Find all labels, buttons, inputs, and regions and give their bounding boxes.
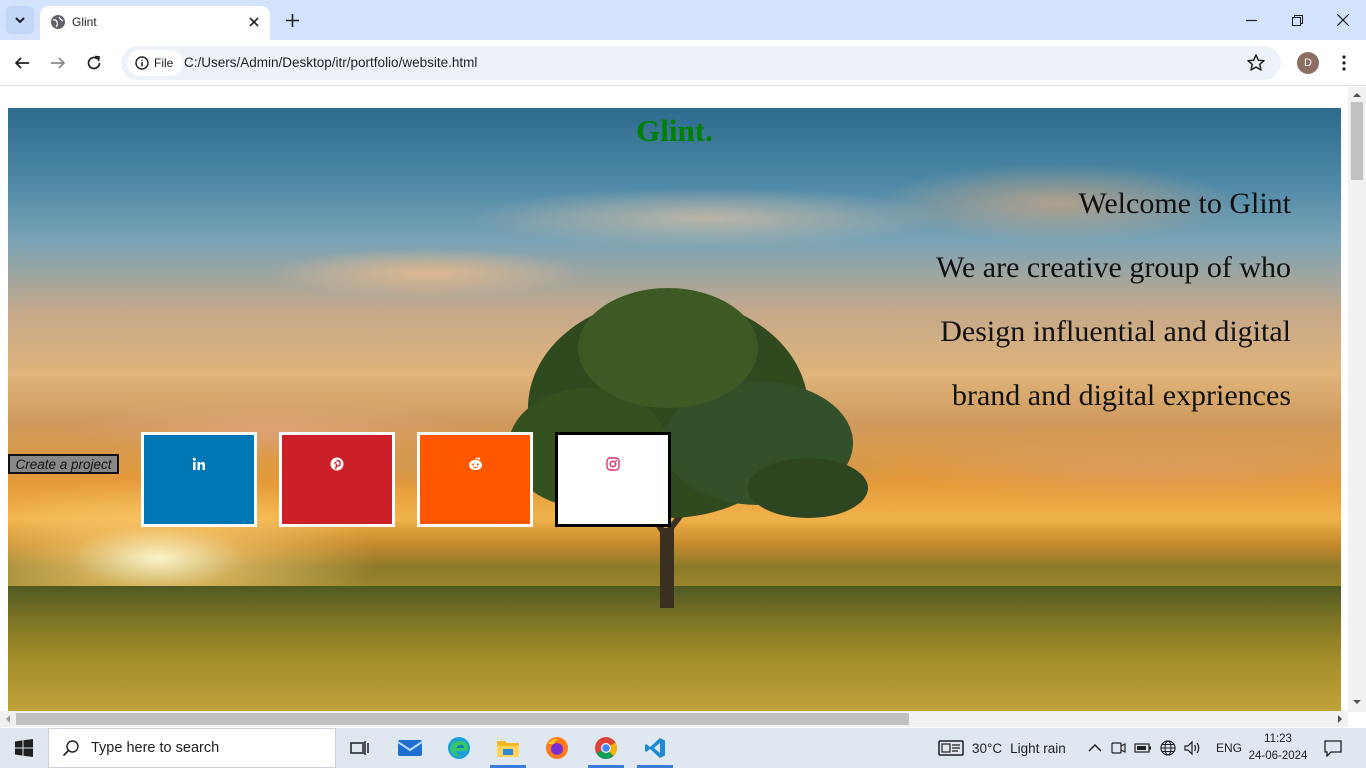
edge-icon — [448, 737, 470, 759]
chrome-icon — [595, 737, 617, 759]
linkedin-icon — [192, 457, 205, 470]
linkedin-link[interactable] — [141, 432, 257, 527]
info-icon — [135, 56, 149, 70]
intro-line: Design influential and digital — [940, 315, 1291, 348]
firefox-icon — [546, 737, 568, 759]
search-placeholder: Type here to search — [91, 740, 220, 756]
weather-temperature: 30°C — [972, 740, 1003, 756]
horizontal-scroll-thumb[interactable] — [16, 713, 909, 725]
brand-logo[interactable]: Glint. — [8, 113, 1341, 149]
clock-time: 11:23 — [1264, 733, 1292, 745]
pinterest-icon — [330, 457, 344, 471]
file-explorer-app-button[interactable] — [484, 728, 532, 768]
chevron-up-icon[interactable] — [1088, 743, 1102, 753]
restore-button[interactable] — [1274, 0, 1320, 40]
site-info-label: File — [154, 56, 174, 70]
scroll-left-icon[interactable] — [2, 711, 14, 727]
restore-icon — [1291, 14, 1303, 26]
url-text[interactable]: C:/Users/Admin/Desktop/itr/portfolio/web… — [184, 55, 477, 70]
language-indicator[interactable]: ENG — [1216, 741, 1242, 755]
instagram-link[interactable] — [555, 432, 671, 527]
weather-description: Light rain — [1010, 740, 1066, 756]
mail-icon — [397, 740, 423, 756]
browser-toolbar: File C:/Users/Admin/Desktop/itr/portfoli… — [0, 40, 1366, 86]
profile-avatar[interactable]: D — [1297, 52, 1319, 74]
reload-button[interactable] — [80, 49, 108, 77]
arrow-left-icon — [14, 57, 29, 69]
reddit-icon — [468, 457, 482, 471]
taskbar-clock[interactable]: 11:23 24-06-2024 — [1246, 731, 1310, 765]
task-view-icon — [350, 741, 369, 755]
browser-menu-button[interactable] — [1334, 52, 1354, 74]
intro-line: brand and digital expriences — [951, 379, 1291, 412]
reddit-link[interactable] — [417, 432, 533, 527]
chrome-app-button[interactable] — [582, 728, 630, 768]
create-project-button[interactable]: Create a project — [8, 454, 119, 474]
page-viewport: Glint. Welcome to Glint We are creative … — [0, 87, 1366, 712]
browser-tab-strip: Glint — [0, 0, 1366, 40]
weather-widget[interactable]: 30°C Light rain — [938, 728, 1066, 768]
arrow-right-icon — [51, 57, 66, 69]
vertical-scrollbar[interactable] — [1348, 87, 1366, 712]
battery-icon[interactable] — [1134, 742, 1152, 754]
plus-icon — [285, 13, 299, 27]
file-explorer-icon — [497, 741, 519, 757]
vscode-icon — [645, 738, 665, 758]
kebab-menu-icon — [1342, 55, 1346, 71]
search-icon — [62, 740, 79, 757]
notification-icon — [1324, 739, 1342, 757]
system-tray: ENG — [1088, 728, 1242, 768]
network-globe-icon[interactable] — [1160, 740, 1176, 756]
edge-app-button[interactable] — [435, 728, 483, 768]
volume-icon[interactable] — [1184, 740, 1202, 756]
scroll-up-icon[interactable] — [1348, 89, 1366, 101]
minimize-icon — [1245, 19, 1257, 21]
firefox-app-button[interactable] — [533, 728, 581, 768]
windows-logo-icon — [15, 739, 33, 757]
star-icon[interactable] — [1246, 53, 1266, 73]
intro-line: We are creative group of who — [936, 251, 1291, 284]
notification-center-button[interactable] — [1320, 736, 1346, 760]
weather-icon — [938, 740, 964, 756]
start-button[interactable] — [0, 728, 48, 768]
new-tab-button[interactable] — [280, 8, 304, 32]
forward-button[interactable] — [44, 49, 72, 77]
browser-tab[interactable]: Glint — [40, 6, 270, 40]
hero-section: Glint. Welcome to Glint We are creative … — [8, 108, 1341, 712]
meet-now-icon[interactable] — [1110, 740, 1126, 756]
tab-search-button[interactable] — [6, 6, 34, 34]
scroll-down-icon[interactable] — [1348, 696, 1366, 708]
task-view-button[interactable] — [336, 728, 384, 768]
tab-close-button[interactable] — [245, 13, 263, 31]
intro-text: Welcome to Glint We are creative group o… — [936, 172, 1291, 428]
windows-taskbar: Type here to search 30°C Light rain ENG … — [0, 728, 1366, 768]
vscode-app-button[interactable] — [631, 728, 679, 768]
scroll-right-icon[interactable] — [1334, 711, 1346, 727]
site-info-chip[interactable]: File — [127, 50, 184, 76]
vertical-scroll-thumb[interactable] — [1351, 102, 1363, 180]
clock-date: 24-06-2024 — [1248, 750, 1308, 762]
window-close-button[interactable] — [1320, 0, 1366, 40]
tab-title: Glint — [72, 15, 97, 29]
close-icon — [249, 17, 259, 27]
intro-line: Welcome to Glint — [1078, 187, 1291, 220]
pinterest-link[interactable] — [279, 432, 395, 527]
back-button[interactable] — [8, 49, 36, 77]
horizontal-scrollbar[interactable] — [0, 711, 1348, 727]
chevron-down-icon — [15, 17, 25, 24]
reload-icon — [87, 55, 101, 70]
taskbar-search-box[interactable]: Type here to search — [48, 728, 336, 768]
globe-icon — [51, 15, 65, 29]
instagram-icon — [606, 457, 620, 471]
minimize-button[interactable] — [1228, 0, 1274, 40]
mail-app-button[interactable] — [386, 728, 434, 768]
address-bar[interactable]: File C:/Users/Admin/Desktop/itr/portfoli… — [121, 46, 1281, 80]
close-icon — [1337, 14, 1349, 26]
